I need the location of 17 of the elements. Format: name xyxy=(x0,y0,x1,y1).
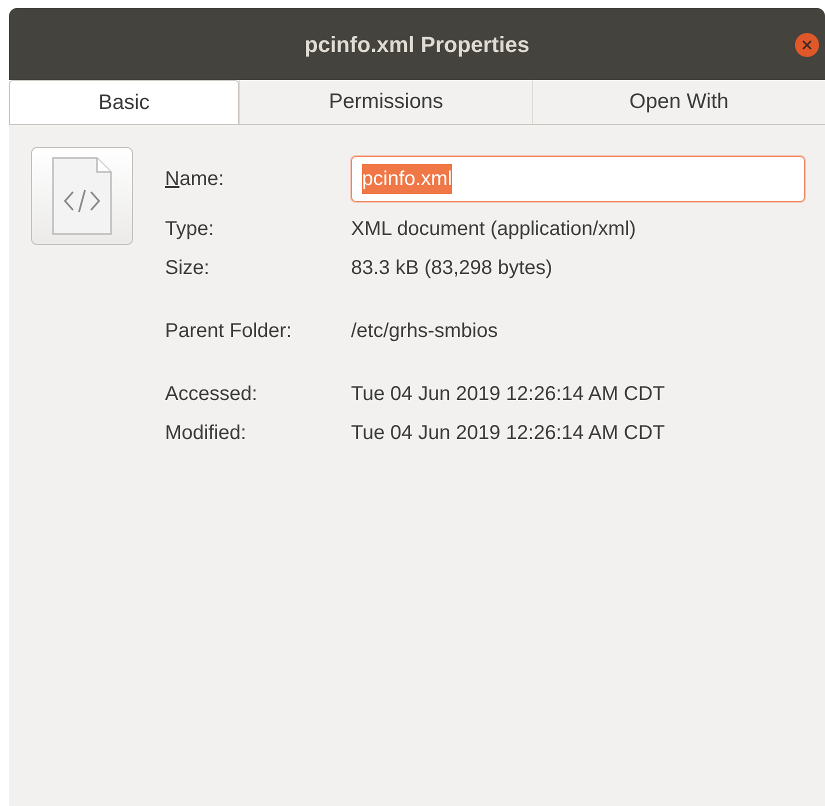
close-button[interactable] xyxy=(795,33,819,57)
property-label: Modified: xyxy=(165,421,248,445)
window-title: pcinfo.xml Properties xyxy=(304,30,530,59)
property-label: Type: xyxy=(165,217,215,241)
close-icon xyxy=(802,40,812,50)
property-value: XML document (application/xml) xyxy=(351,217,636,241)
property-label: Accessed: xyxy=(165,382,258,406)
property-value: Tue 04 Jun 2019 12:26:14 AM CDT xyxy=(351,421,665,445)
name-label: Name: xyxy=(165,167,225,192)
property-label: Size: xyxy=(165,256,210,280)
property-label: Parent Folder: xyxy=(165,319,293,343)
property-value: /etc/grhs-smbios xyxy=(351,319,498,343)
property-value: 83.3 kB (83,298 bytes) xyxy=(351,256,552,280)
tab[interactable]: Basic xyxy=(9,80,239,124)
code-file-icon xyxy=(51,156,113,236)
name-value: pcinfo.xml xyxy=(362,164,452,194)
property-value: Tue 04 Jun 2019 12:26:14 AM CDT xyxy=(351,382,665,406)
